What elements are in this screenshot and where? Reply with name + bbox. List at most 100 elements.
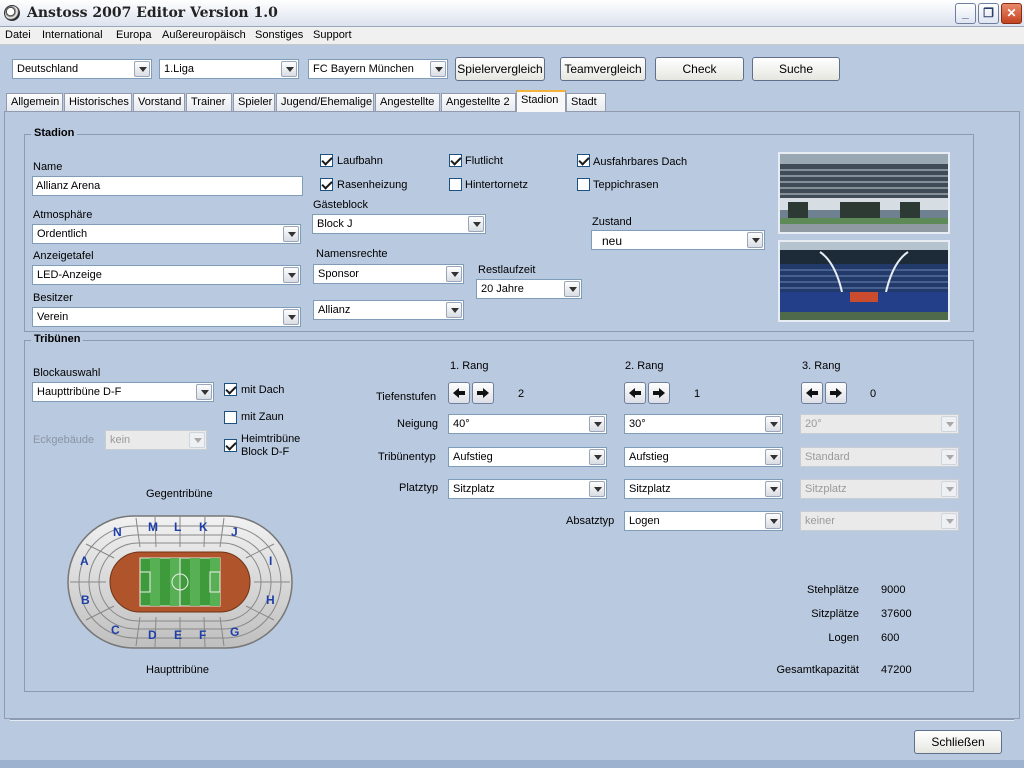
block-j-label[interactable]: J	[231, 525, 238, 539]
tab-allgemein[interactable]: Allgemein	[6, 93, 63, 111]
flutlicht-checkbox[interactable]	[449, 154, 462, 167]
team-select[interactable]: FC Bayern München	[308, 59, 448, 79]
tab-stadion[interactable]: Stadion	[516, 90, 566, 112]
schliessen-button[interactable]: Schließen	[914, 730, 1002, 754]
rang-3-increase-button[interactable]	[825, 382, 847, 404]
chevron-down-icon[interactable]	[589, 416, 605, 432]
block-i-label[interactable]: I	[269, 554, 272, 568]
chevron-down-icon[interactable]	[589, 481, 605, 497]
block-a-label[interactable]: A	[80, 554, 89, 568]
tab-spieler[interactable]: Spieler	[233, 93, 275, 111]
chevron-down-icon[interactable]	[765, 513, 781, 529]
chevron-down-icon[interactable]	[589, 449, 605, 465]
block-l-label[interactable]: L	[174, 520, 181, 534]
ausfahrbares-dach-checkbox[interactable]	[577, 154, 590, 167]
chevron-down-icon[interactable]	[283, 226, 299, 242]
hintertornetz-checkbox[interactable]	[449, 178, 462, 191]
chevron-down-icon[interactable]	[281, 61, 297, 77]
rang-2-neigung-select[interactable]: 30°	[624, 414, 783, 434]
chevron-down-icon[interactable]	[283, 267, 299, 283]
mit-zaun-checkbox[interactable]	[224, 411, 237, 424]
restore-button[interactable]: ❐	[978, 3, 999, 24]
menu-europa[interactable]: Europa	[116, 29, 151, 41]
rang-3-absatztyp-select[interactable]: keiner	[800, 511, 959, 531]
chevron-down-icon[interactable]	[765, 416, 781, 432]
rang-2-decrease-button[interactable]	[624, 382, 646, 404]
blockauswahl-select[interactable]: Haupttribüne D-F	[32, 382, 214, 402]
block-e-label[interactable]: E	[174, 628, 182, 642]
chevron-down-icon[interactable]	[941, 416, 957, 432]
teamvergleich-button[interactable]: Teamvergleich	[560, 57, 646, 81]
tab-jugend-ehemalige[interactable]: Jugend/Ehemalige	[276, 93, 374, 111]
suche-button[interactable]: Suche	[752, 57, 840, 81]
eckgebaeude-select[interactable]: kein	[105, 430, 207, 450]
rang-1-decrease-button[interactable]	[448, 382, 470, 404]
chevron-down-icon[interactable]	[747, 232, 763, 248]
block-f-label[interactable]: F	[199, 628, 206, 642]
rang-3-platztyp-select[interactable]: Sitzplatz	[800, 479, 959, 499]
chevron-down-icon[interactable]	[468, 216, 484, 232]
block-d-label[interactable]: D	[148, 628, 157, 642]
chevron-down-icon[interactable]	[765, 449, 781, 465]
close-window-button[interactable]: ✕	[1001, 3, 1022, 24]
rang-2-increase-button[interactable]	[648, 382, 670, 404]
menu-datei[interactable]: Datei	[5, 29, 31, 41]
chevron-down-icon[interactable]	[430, 61, 446, 77]
block-k-label[interactable]: K	[199, 520, 208, 534]
rang-1-increase-button[interactable]	[472, 382, 494, 404]
rang-2-platztyp-select[interactable]: Sitzplatz	[624, 479, 783, 499]
menu-aussereuropaeisch[interactable]: Außereuropäisch	[162, 29, 246, 41]
restlaufzeit-select[interactable]: 20 Jahre	[476, 279, 582, 299]
block-m-label[interactable]: M	[148, 520, 158, 534]
chevron-down-icon[interactable]	[446, 302, 462, 318]
mit-dach-checkbox[interactable]	[224, 383, 237, 396]
block-g-label[interactable]: G	[230, 625, 239, 639]
rang-3-neigung-select[interactable]: 20°	[800, 414, 959, 434]
tab-angestellte-2[interactable]: Angestellte 2	[441, 93, 516, 111]
chevron-down-icon[interactable]	[196, 384, 212, 400]
stadium-map[interactable]: N M L K J A I B H C D E F G	[66, 514, 294, 650]
chevron-down-icon[interactable]	[765, 481, 781, 497]
minimize-button[interactable]: _	[955, 3, 976, 24]
laufbahn-checkbox[interactable]	[320, 154, 333, 167]
teppichrasen-checkbox[interactable]	[577, 178, 590, 191]
chevron-down-icon[interactable]	[941, 481, 957, 497]
block-b-label[interactable]: B	[81, 593, 90, 607]
rang-1-tribuenentyp-select[interactable]: Aufstieg	[448, 447, 607, 467]
league-select[interactable]: 1.Liga	[159, 59, 299, 79]
tab-trainer[interactable]: Trainer	[186, 93, 232, 111]
name-input[interactable]: Allianz Arena	[32, 176, 303, 196]
chevron-down-icon[interactable]	[446, 266, 462, 282]
rang-3-tribuenentyp-select[interactable]: Standard	[800, 447, 959, 467]
country-select[interactable]: Deutschland	[12, 59, 152, 79]
rang-2-tribuenentyp-select[interactable]: Aufstieg	[624, 447, 783, 467]
rang-2-absatztyp-select[interactable]: Logen	[624, 511, 783, 531]
block-c-label[interactable]: C	[111, 623, 120, 637]
chevron-down-icon[interactable]	[134, 61, 150, 77]
menu-sonstiges[interactable]: Sonstiges	[255, 29, 303, 41]
tab-vorstand[interactable]: Vorstand	[133, 93, 185, 111]
rasenheizung-checkbox[interactable]	[320, 178, 333, 191]
atmosphaere-select[interactable]: Ordentlich	[32, 224, 301, 244]
chevron-down-icon[interactable]	[283, 309, 299, 325]
check-button[interactable]: Check	[655, 57, 744, 81]
tab-angestellte[interactable]: Angestellte	[375, 93, 440, 111]
tab-stadt[interactable]: Stadt	[566, 93, 606, 111]
rang-1-neigung-select[interactable]: 40°	[448, 414, 607, 434]
gaesteblock-select[interactable]: Block J	[312, 214, 486, 234]
chevron-down-icon[interactable]	[564, 281, 580, 297]
heimtribuene-checkbox[interactable]	[224, 439, 237, 452]
rang-3-decrease-button[interactable]	[801, 382, 823, 404]
spielervergleich-button[interactable]: Spielervergleich	[455, 57, 545, 81]
sponsor-select[interactable]: Allianz	[313, 300, 464, 320]
block-n-label[interactable]: N	[113, 525, 122, 539]
menu-international[interactable]: International	[42, 29, 103, 41]
rang-1-platztyp-select[interactable]: Sitzplatz	[448, 479, 607, 499]
namensrechte-select[interactable]: Sponsor	[313, 264, 464, 284]
chevron-down-icon[interactable]	[941, 513, 957, 529]
besitzer-select[interactable]: Verein	[32, 307, 301, 327]
menu-support[interactable]: Support	[313, 29, 352, 41]
block-h-label[interactable]: H	[266, 593, 275, 607]
chevron-down-icon[interactable]	[189, 432, 205, 448]
zustand-select[interactable]: neu	[591, 230, 765, 250]
